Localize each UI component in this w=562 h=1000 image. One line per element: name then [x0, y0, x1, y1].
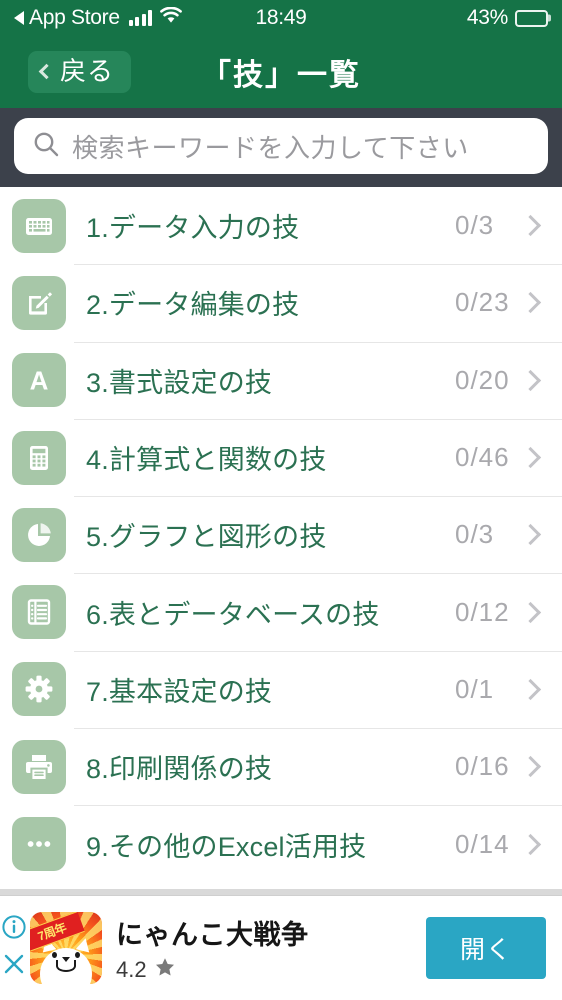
- technique-category-list: 1.データ入力の技 0/3 2.データ編集の技 0/23 A 3.書式設定の技 …: [0, 187, 562, 889]
- status-bar-center: 18:49: [255, 6, 306, 30]
- pie-chart-icon: [12, 507, 66, 562]
- ad-app-title: にゃんこ大戦争: [116, 920, 309, 950]
- list-item[interactable]: 1.データ入力の技 0/3: [0, 187, 562, 265]
- list-item[interactable]: 4.計算式と関数の技 0/46: [0, 418, 562, 497]
- chevron-right-icon: [519, 369, 542, 391]
- list-item-count: 0/3: [455, 519, 495, 550]
- list-item[interactable]: 6.表とデータベースの技 0/12: [0, 573, 562, 651]
- letter-a-icon: A: [12, 353, 66, 408]
- table-list-icon: [12, 585, 66, 640]
- list-item-count: 0/20: [455, 364, 510, 395]
- calculator-icon: [12, 430, 66, 485]
- list-item-count: 0/14: [455, 828, 510, 859]
- ad-controls: [1, 914, 27, 982]
- wifi-icon: [160, 6, 183, 30]
- chevron-right-icon: [519, 833, 542, 855]
- list-item-label: 8.印刷関係の技: [86, 754, 273, 785]
- list-item-count: 0/46: [455, 442, 510, 473]
- list-item-count: 0/16: [455, 751, 510, 782]
- clock-time: 18:49: [255, 6, 307, 29]
- list-item-count: 0/23: [455, 287, 510, 318]
- ad-open-button[interactable]: 開く: [425, 917, 546, 979]
- edit-square-icon: [12, 275, 66, 330]
- ad-banner[interactable]: 7周年 にゃんこ大戦争 4.2 開く: [0, 895, 562, 1000]
- chevron-right-icon: [519, 756, 542, 778]
- battle-cats-app-icon: 7周年: [30, 912, 102, 984]
- back-button-label: 戻る: [60, 56, 115, 86]
- list-item-label: 4.計算式と関数の技: [86, 445, 327, 476]
- list-item-label: 7.基本設定の技: [86, 676, 273, 707]
- gear-icon: [12, 662, 66, 717]
- printer-icon: [12, 739, 66, 794]
- cat-eye-right: [75, 952, 80, 958]
- ad-rating-row: 4.2: [116, 956, 426, 983]
- back-button[interactable]: 戻る: [28, 51, 132, 93]
- ad-text-block: にゃんこ大戦争 4.2: [116, 913, 426, 983]
- status-bar: App Store 18:49 43%: [0, 0, 562, 36]
- navigation-bar: 「技」一覧 戻る: [0, 36, 562, 108]
- search-input[interactable]: 検索キーワードを入力して下さい: [14, 118, 548, 174]
- chevron-right-icon: [519, 601, 542, 623]
- app-root: App Store 18:49 43% 「技」一覧 戻る 検索キーワードを入力し…: [0, 0, 562, 1000]
- list-item[interactable]: 7.基本設定の技 0/1: [0, 650, 562, 729]
- list-item[interactable]: A 3.書式設定の技 0/20: [0, 341, 562, 419]
- return-to-app-store-label[interactable]: App Store: [29, 6, 120, 30]
- battery-icon: [515, 9, 548, 27]
- cat-eye-left: [52, 952, 57, 958]
- list-item-count: 0/12: [455, 596, 510, 627]
- keyboard-icon: [12, 198, 66, 253]
- list-item-label: 9.その他のExcel活用技: [86, 831, 367, 862]
- cellular-signal-icon: [128, 10, 153, 26]
- cat-mouth: [56, 960, 76, 972]
- chevron-right-icon: [519, 215, 542, 237]
- chevron-right-icon: [519, 678, 542, 701]
- status-bar-right: 43%: [307, 6, 548, 30]
- info-circle-icon[interactable]: [1, 914, 27, 945]
- list-item-count: 0/1: [455, 673, 495, 704]
- list-item-label: 3.書式設定の技: [86, 367, 273, 398]
- search-icon: [32, 130, 60, 163]
- list-item-label: 5.グラフと図形の技: [86, 522, 327, 553]
- status-bar-left: App Store: [14, 6, 255, 30]
- list-item[interactable]: 9.その他のExcel活用技 0/14: [0, 805, 562, 883]
- svg-text:A: A: [30, 366, 49, 396]
- chevron-right-icon: [519, 446, 542, 469]
- close-icon[interactable]: [1, 951, 27, 982]
- search-bar-container: 検索キーワードを入力して下さい: [0, 108, 562, 187]
- ad-rating-value: 4.2: [116, 956, 147, 982]
- list-item[interactable]: 2.データ編集の技 0/23: [0, 264, 562, 342]
- chevron-right-icon: [519, 524, 542, 546]
- ellipsis-icon: [12, 817, 66, 872]
- search-placeholder: 検索キーワードを入力して下さい: [72, 132, 469, 163]
- star-icon: [154, 956, 176, 983]
- chevron-left-icon: [38, 63, 55, 79]
- battery-percent-label: 43%: [466, 6, 508, 29]
- chevron-right-icon: [519, 292, 542, 314]
- list-item-label: 6.表とデータベースの技: [86, 599, 380, 630]
- list-item-label: 1.データ入力の技: [86, 213, 300, 244]
- list-item[interactable]: 5.グラフと図形の技 0/3: [0, 496, 562, 574]
- list-item[interactable]: 8.印刷関係の技 0/16: [0, 728, 562, 806]
- list-item-count: 0/3: [455, 210, 495, 241]
- triangle-left-icon[interactable]: [14, 11, 24, 25]
- list-item-label: 2.データ編集の技: [86, 290, 300, 321]
